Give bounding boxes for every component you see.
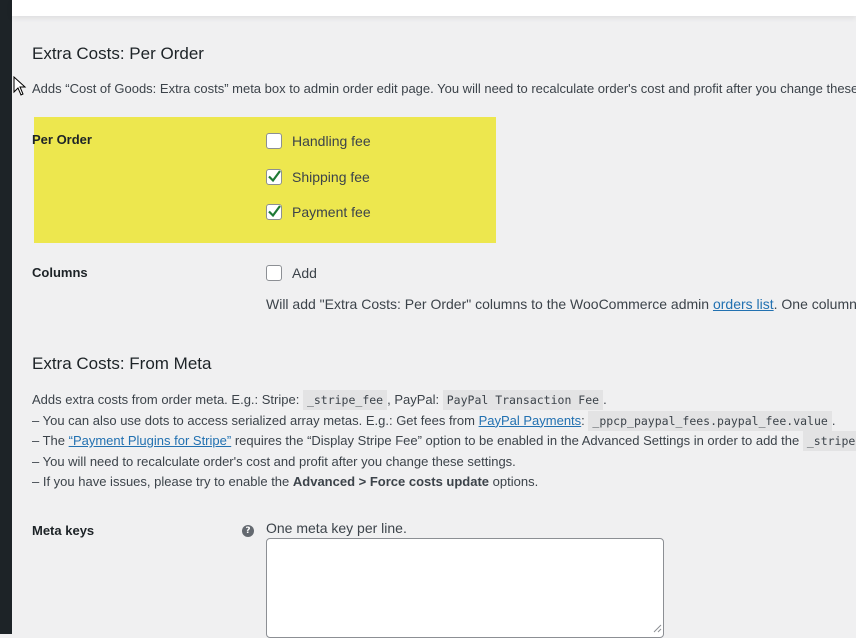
meta-line-2-prefix: – You can also use dots to access serial… xyxy=(32,412,479,428)
meta-line-4: – You will need to recalculate order's c… xyxy=(32,453,516,469)
columns-help-text: Will add "Extra Costs: Per Order" column… xyxy=(266,296,856,312)
columns-label: Columns xyxy=(32,265,88,280)
admin-sidebar-strip xyxy=(0,0,12,634)
orders-list-link[interactable]: orders list xyxy=(713,296,774,312)
meta-line-2: – You can also use dots to access serial… xyxy=(32,410,856,432)
checkmark-icon xyxy=(268,170,281,183)
stripe-fee-code: _stripe_fee xyxy=(302,390,388,410)
top-panel-edge xyxy=(12,0,856,16)
paypal-payments-link[interactable]: PayPal Payments xyxy=(479,413,582,428)
columns-help-suffix: . One column xyxy=(773,296,856,312)
shipping-fee-checkbox[interactable] xyxy=(266,169,282,185)
payment-fee-label: Payment fee xyxy=(292,204,371,220)
handling-fee-option[interactable]: Handling fee xyxy=(266,132,371,150)
help-icon[interactable]: ? xyxy=(242,525,254,537)
meta-line-2-suffix: . xyxy=(831,412,836,428)
meta-line-3-middle: requires the “Display Stripe Fee” option… xyxy=(231,433,803,448)
meta-keys-label: Meta keys xyxy=(32,523,95,538)
highlight-box xyxy=(34,117,496,243)
payment-plugins-stripe-link[interactable]: “Payment Plugins for Stripe” xyxy=(69,433,232,448)
meta-keys-textarea[interactable] xyxy=(266,538,664,638)
per-order-label: Per Order xyxy=(32,132,92,147)
meta-keys-hint: One meta key per line. xyxy=(266,520,407,536)
columns-add-checkbox[interactable] xyxy=(266,265,282,281)
columns-add-label: Add xyxy=(292,265,317,281)
meta-line-5-suffix: options. xyxy=(489,474,539,489)
meta-line-3: – The “Payment Plugins for Stripe” requi… xyxy=(32,431,856,452)
handling-fee-label: Handling fee xyxy=(292,133,371,149)
meta-line-1: Adds extra costs from order meta. E.g.: … xyxy=(32,390,856,411)
paypal-fee-code: PayPal Transaction Fee xyxy=(442,390,604,410)
columns-help-prefix: Will add "Extra Costs: Per Order" column… xyxy=(266,296,713,312)
meta-line-1-prefix: Adds extra costs from order meta. E.g.: … xyxy=(32,392,303,407)
meta-line-5-prefix: – If you have issues, please try to enab… xyxy=(32,474,293,489)
columns-add-option[interactable]: Add xyxy=(266,264,317,282)
checkmark-icon xyxy=(268,205,281,218)
payment-fee-option[interactable]: Payment fee xyxy=(266,203,371,221)
stripe-code: _stripe xyxy=(802,431,856,451)
meta-line-5: – If you have issues, please try to enab… xyxy=(32,472,856,493)
ppcp-fee-code: _ppcp_paypal_fees.paypal_fee.value xyxy=(588,410,832,431)
mouse-cursor-icon xyxy=(13,76,27,96)
payment-fee-checkbox[interactable] xyxy=(266,204,282,220)
section-title-from-meta: Extra Costs: From Meta xyxy=(32,354,212,373)
shipping-fee-option[interactable]: Shipping fee xyxy=(266,168,370,186)
per-order-description: Adds “Cost of Goods: Extra costs” meta b… xyxy=(32,81,856,96)
meta-line-1-middle: , PayPal: xyxy=(387,392,443,407)
handling-fee-checkbox[interactable] xyxy=(266,133,282,149)
meta-line-1-suffix: . xyxy=(603,392,607,407)
shipping-fee-label: Shipping fee xyxy=(292,169,370,185)
force-costs-update-text: Advanced > Force costs update xyxy=(292,474,490,489)
section-title-per-order: Extra Costs: Per Order xyxy=(32,44,204,63)
from-meta-description: Adds extra costs from order meta. E.g.: … xyxy=(32,390,856,493)
meta-line-3-prefix: – The xyxy=(32,433,69,448)
resize-handle-icon[interactable] xyxy=(653,624,662,633)
